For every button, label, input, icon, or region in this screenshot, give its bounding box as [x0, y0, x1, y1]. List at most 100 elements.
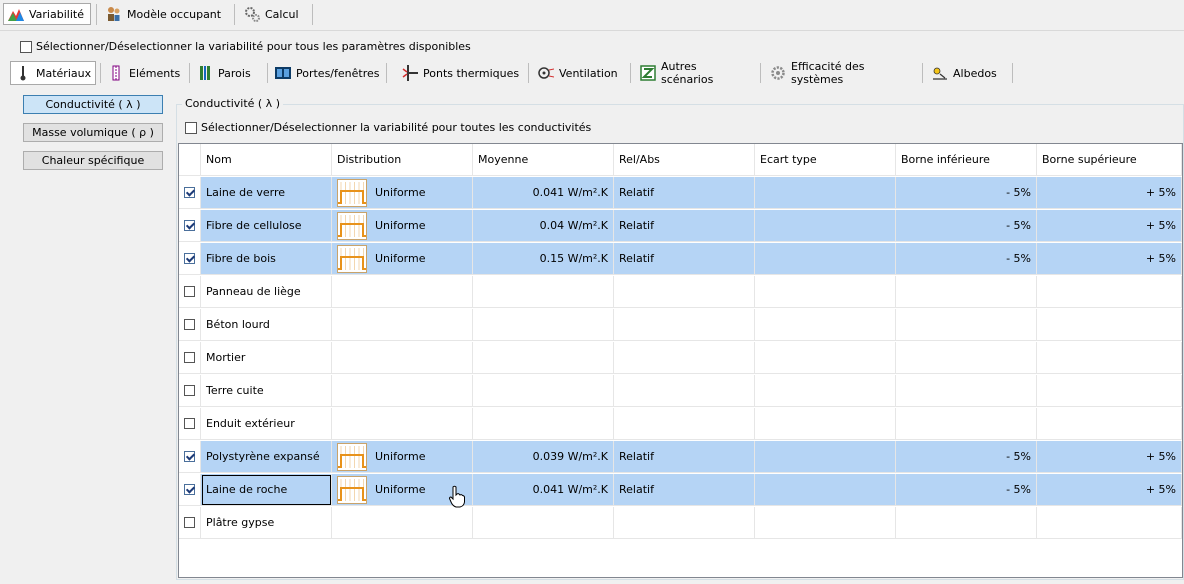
cell-low[interactable]: - 5% — [896, 441, 1037, 473]
table-row[interactable]: Panneau de liège — [179, 276, 1182, 309]
table-row[interactable]: Polystyrène expansé Uniforme 0.039 W/m².K R… — [179, 441, 1182, 474]
tab-calcul[interactable]: Calcul — [240, 3, 310, 25]
cell-low[interactable] — [896, 309, 1037, 341]
col-header[interactable]: Distribution — [332, 144, 473, 176]
chaleur-specifique-button[interactable]: Chaleur spécifique — [23, 151, 163, 170]
row-checkbox[interactable] — [184, 187, 195, 198]
cell-mean[interactable]: 0.041 W/m².K — [473, 177, 614, 209]
toolbar-materiaux[interactable]: Matériaux — [10, 61, 96, 85]
tab-variabilite[interactable]: Variabilité — [3, 3, 91, 25]
cell-distribution[interactable]: Uniforme — [332, 177, 473, 209]
cell-mean[interactable] — [473, 276, 614, 308]
cell-high[interactable] — [1037, 309, 1182, 341]
row-checkbox[interactable] — [184, 286, 195, 297]
cell-high[interactable]: + 5% — [1037, 441, 1182, 473]
cell-high[interactable]: + 5% — [1037, 210, 1182, 242]
toolbar-elements[interactable]: Eléments — [104, 61, 186, 85]
cell-std[interactable] — [755, 474, 896, 506]
toolbar-autres-scenarios[interactable]: Autres scénarios — [636, 60, 756, 86]
cell-low[interactable]: - 5% — [896, 177, 1037, 209]
cell-mean[interactable] — [473, 408, 614, 440]
cell-name[interactable]: Enduit extérieur — [201, 408, 332, 440]
select-all-params[interactable]: Sélectionner/Déselectionner la variabili… — [20, 40, 471, 53]
row-checkbox[interactable] — [184, 253, 195, 264]
cell-std[interactable] — [755, 342, 896, 374]
table-row[interactable]: Fibre de bois Uniforme 0.15 W/m².K Relatif -… — [179, 243, 1182, 276]
table-row[interactable]: Mortier — [179, 342, 1182, 375]
cell-relabs[interactable]: Relatif — [614, 474, 755, 506]
cell-std[interactable] — [755, 441, 896, 473]
cell-name[interactable]: Panneau de liège — [201, 276, 332, 308]
row-checkbox[interactable] — [184, 418, 195, 429]
cell-std[interactable] — [755, 210, 896, 242]
cell-low[interactable] — [896, 507, 1037, 539]
cell-std[interactable] — [755, 177, 896, 209]
cell-distribution[interactable] — [332, 276, 473, 308]
cell-mean[interactable] — [473, 342, 614, 374]
cell-relabs[interactable] — [614, 309, 755, 341]
cell-relabs[interactable] — [614, 276, 755, 308]
row-checkbox[interactable] — [184, 517, 195, 528]
cell-std[interactable] — [755, 408, 896, 440]
cell-std[interactable] — [755, 243, 896, 275]
cell-high[interactable] — [1037, 408, 1182, 440]
cell-name[interactable]: Fibre de cellulose — [201, 210, 332, 242]
table-row[interactable]: Enduit extérieur — [179, 408, 1182, 441]
cell-relabs[interactable]: Relatif — [614, 210, 755, 242]
cell-high[interactable] — [1037, 507, 1182, 539]
col-header[interactable]: Borne supérieure — [1037, 144, 1182, 176]
cell-low[interactable] — [896, 408, 1037, 440]
cell-high[interactable] — [1037, 375, 1182, 407]
cell-high[interactable]: + 5% — [1037, 474, 1182, 506]
col-header[interactable]: Moyenne — [473, 144, 614, 176]
table-row[interactable]: Béton lourd — [179, 309, 1182, 342]
cell-name[interactable]: Plâtre gypse — [201, 507, 332, 539]
cell-high[interactable]: + 5% — [1037, 243, 1182, 275]
select-all-cond-checkbox[interactable] — [185, 121, 197, 134]
cell-relabs[interactable] — [614, 342, 755, 374]
cell-relabs[interactable]: Relatif — [614, 441, 755, 473]
table-row[interactable]: Plâtre gypse — [179, 507, 1182, 540]
cell-low[interactable] — [896, 375, 1037, 407]
cell-std[interactable] — [755, 309, 896, 341]
cell-relabs[interactable]: Relatif — [614, 243, 755, 275]
table-row[interactable]: Terre cuite — [179, 375, 1182, 408]
col-header[interactable]: Ecart type — [755, 144, 896, 176]
cell-name[interactable]: Fibre de bois — [201, 243, 332, 275]
cell-std[interactable] — [755, 276, 896, 308]
cell-distribution[interactable]: Uniforme — [332, 210, 473, 242]
cell-name[interactable]: Terre cuite — [201, 375, 332, 407]
col-header[interactable]: Borne inférieure — [896, 144, 1037, 176]
cell-relabs[interactable] — [614, 507, 755, 539]
cell-relabs[interactable] — [614, 408, 755, 440]
cell-mean[interactable]: 0.039 W/m².K — [473, 441, 614, 473]
toolbar-ponts-thermiques[interactable]: Ponts thermiques — [398, 61, 524, 85]
cell-low[interactable] — [896, 276, 1037, 308]
toolbar-albedos[interactable]: Albedos — [928, 61, 1008, 85]
cell-std[interactable] — [755, 375, 896, 407]
cell-name[interactable]: Béton lourd — [201, 309, 332, 341]
row-checkbox[interactable] — [184, 220, 195, 231]
cell-high[interactable] — [1037, 276, 1182, 308]
cell-high[interactable] — [1037, 342, 1182, 374]
cell-name[interactable]: Laine de verre — [201, 177, 332, 209]
cell-relabs[interactable]: Relatif — [614, 177, 755, 209]
toolbar-parois[interactable]: Parois — [193, 61, 263, 85]
cell-low[interactable]: - 5% — [896, 243, 1037, 275]
cell-name[interactable]: Laine de roche — [201, 474, 332, 506]
cell-mean[interactable]: 0.04 W/m².K — [473, 210, 614, 242]
cell-mean[interactable]: 0.041 W/m².K — [473, 474, 614, 506]
cell-distribution[interactable] — [332, 342, 473, 374]
row-checkbox[interactable] — [184, 352, 195, 363]
toolbar-efficacite-systemes[interactable]: Efficacité des systèmes — [766, 60, 918, 86]
row-checkbox[interactable] — [184, 385, 195, 396]
conductivite-button[interactable]: Conductivité ( λ ) — [23, 95, 163, 114]
select-all-params-checkbox[interactable] — [20, 40, 32, 53]
row-checkbox[interactable] — [184, 484, 195, 495]
cell-low[interactable]: - 5% — [896, 210, 1037, 242]
cell-distribution[interactable]: Uniforme — [332, 441, 473, 473]
toolbar-portes-fenetres[interactable]: Portes/fenêtres — [271, 61, 383, 85]
toolbar-ventilation[interactable]: Ventilation — [534, 61, 626, 85]
table-row[interactable]: Laine de verre Uniforme 0.041 W/m².K Relati… — [179, 177, 1182, 210]
row-checkbox[interactable] — [184, 451, 195, 462]
